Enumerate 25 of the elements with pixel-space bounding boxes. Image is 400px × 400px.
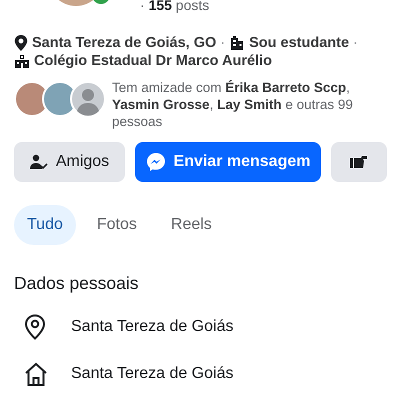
house-icon xyxy=(24,362,48,386)
posts-count: · 155 posts xyxy=(140,0,210,13)
tab[interactable]: Reels xyxy=(158,205,225,245)
location-pin-icon xyxy=(14,35,28,51)
location-pin-icon xyxy=(24,314,46,340)
intro-text: Sou estudante xyxy=(249,35,350,51)
separator-dot: · xyxy=(220,35,226,51)
building-icon xyxy=(229,35,246,51)
friend-check-icon xyxy=(30,154,48,170)
separator-dot: · xyxy=(353,35,358,51)
mutual-friends-text: Tem amizade com Érika Barreto Sccp, Yasmin Grosse, Lay Smith e outras 99 pessoas xyxy=(112,79,354,130)
school-icon xyxy=(14,53,30,69)
intro-text: Colégio Estadual Dr Marco Aurélio xyxy=(34,53,272,69)
default-avatar-icon xyxy=(70,81,106,117)
tab[interactable]: Fotos xyxy=(84,205,150,245)
detail-text: Santa Tereza de Goiás xyxy=(71,364,234,382)
send-message-button[interactable]: Enviar mensagem xyxy=(135,142,321,182)
section-title: Dados pessoais xyxy=(14,273,140,294)
intro-text: Santa Tereza de Goiás, GO xyxy=(32,35,216,51)
hand-icon xyxy=(350,155,368,169)
tab[interactable]: Tudo xyxy=(14,205,76,245)
friends-button[interactable]: Amigos xyxy=(14,142,125,182)
more-button[interactable] xyxy=(331,142,387,182)
detail-text: Santa Tereza de Goiás xyxy=(71,318,234,336)
messenger-icon xyxy=(146,152,166,172)
